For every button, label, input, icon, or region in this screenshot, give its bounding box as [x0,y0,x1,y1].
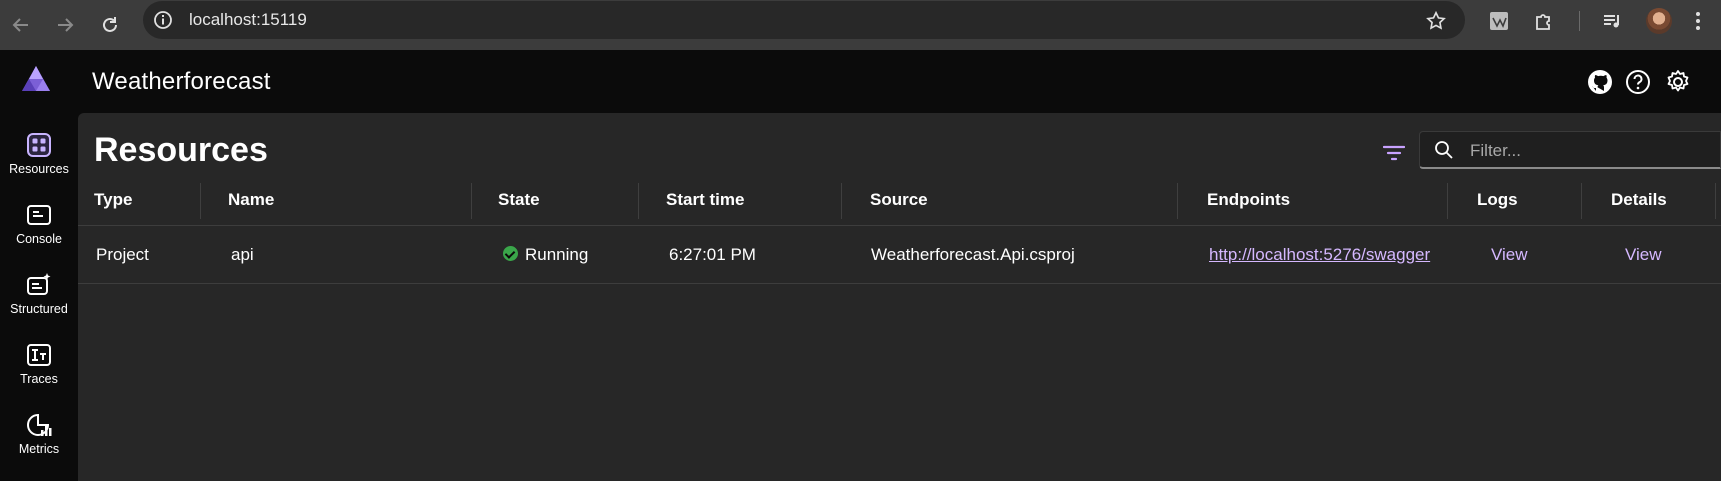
column-header-name[interactable]: Name [228,175,274,225]
column-divider[interactable] [1177,183,1178,219]
app-title[interactable]: Weatherforecast [92,68,271,96]
cell-start-time: 6:27:01 PM [669,245,756,264]
structured-logs-icon [25,271,53,299]
column-header-source[interactable]: Source [870,175,928,225]
toolbar-divider [1579,11,1580,31]
site-info-icon[interactable] [153,10,173,30]
cell-details: View [1625,226,1662,283]
sidebar-item-label: Resources [9,162,69,176]
column-header-logs[interactable]: Logs [1477,175,1518,225]
column-divider[interactable] [471,183,472,219]
sidebar-item-metrics[interactable]: Metrics [0,401,78,463]
column-header-endpoints[interactable]: Endpoints [1207,175,1290,225]
settings-gear-icon[interactable] [1664,68,1692,96]
arrow-left-icon [12,18,28,32]
running-check-icon [503,246,518,262]
url-text[interactable]: localhost:15119 [189,10,307,30]
column-divider[interactable] [1447,183,1448,219]
metrics-icon [25,411,53,439]
cell-state: Running [503,226,588,283]
browser-menu-icon[interactable] [1686,9,1710,33]
cell-logs: View [1491,226,1528,283]
view-logs-link[interactable]: View [1491,245,1528,264]
back-button[interactable] [4,8,38,42]
filter-icon [1383,145,1405,161]
media-queue-icon[interactable] [1600,9,1624,33]
sidebar-item-label: Console [16,232,62,246]
profile-avatar[interactable] [1646,8,1672,34]
filter-button[interactable] [1380,139,1408,167]
column-header-start-time[interactable]: Start time [666,175,744,225]
column-header-details[interactable]: Details [1611,175,1667,225]
traces-icon [25,341,53,369]
column-divider[interactable] [200,183,201,219]
sidebar-item-label: Metrics [18,442,60,456]
column-divider[interactable] [638,183,639,219]
sidebar-item-traces[interactable]: Traces [0,331,78,393]
sidebar-item-structured[interactable]: Structured [0,261,78,323]
column-header-type[interactable]: Type [94,175,132,225]
github-icon[interactable] [1586,68,1614,96]
table-row[interactable]: Project api Running 6:27:01 PM Weatherfo… [78,226,1721,284]
browser-toolbar: localhost:15119 [0,0,1721,50]
cell-type: Project [96,245,149,264]
search-icon [1435,141,1453,159]
search-input[interactable] [1468,138,1712,164]
app-header: Weatherforecast [0,50,1721,113]
aspire-logo-icon[interactable] [20,64,52,94]
table-header: Type Name State Start time Source Endpoi… [78,175,1721,226]
main-panel: Resources Type Name State Start time Sou… [78,113,1721,481]
sidebar-nav: Resources Console Structured Traces Metr… [0,113,78,481]
address-bar[interactable]: localhost:15119 [143,1,1465,39]
column-divider[interactable] [1581,183,1582,219]
search-box[interactable] [1419,131,1721,169]
arrow-right-icon [58,18,74,32]
view-details-link[interactable]: View [1625,245,1662,264]
help-icon[interactable] [1624,68,1652,96]
page-title: Resources [94,131,268,169]
console-icon [25,201,53,229]
cell-name: api [231,245,254,264]
bookmark-star-icon[interactable] [1425,10,1447,32]
endpoint-link[interactable]: http://localhost:5276/swagger [1209,245,1430,264]
state-text: Running [525,245,589,264]
reload-icon [103,17,117,32]
puzzle-extensions-icon[interactable] [1532,9,1556,33]
resources-icon [25,131,53,159]
forward-button[interactable] [48,8,82,42]
sidebar-item-label: Traces [20,372,58,386]
reload-button[interactable] [93,8,127,42]
column-divider[interactable] [841,183,842,219]
sidebar-item-resources[interactable]: Resources [0,121,78,183]
sidebar-item-console[interactable]: Console [0,191,78,253]
column-divider[interactable] [1715,183,1716,219]
sidebar-item-label: Structured [10,302,68,316]
extension-icon[interactable] [1487,9,1511,33]
column-header-state[interactable]: State [498,175,540,225]
cell-source: Weatherforecast.Api.csproj [871,245,1075,264]
cell-endpoint: http://localhost:5276/swagger [1209,226,1430,283]
